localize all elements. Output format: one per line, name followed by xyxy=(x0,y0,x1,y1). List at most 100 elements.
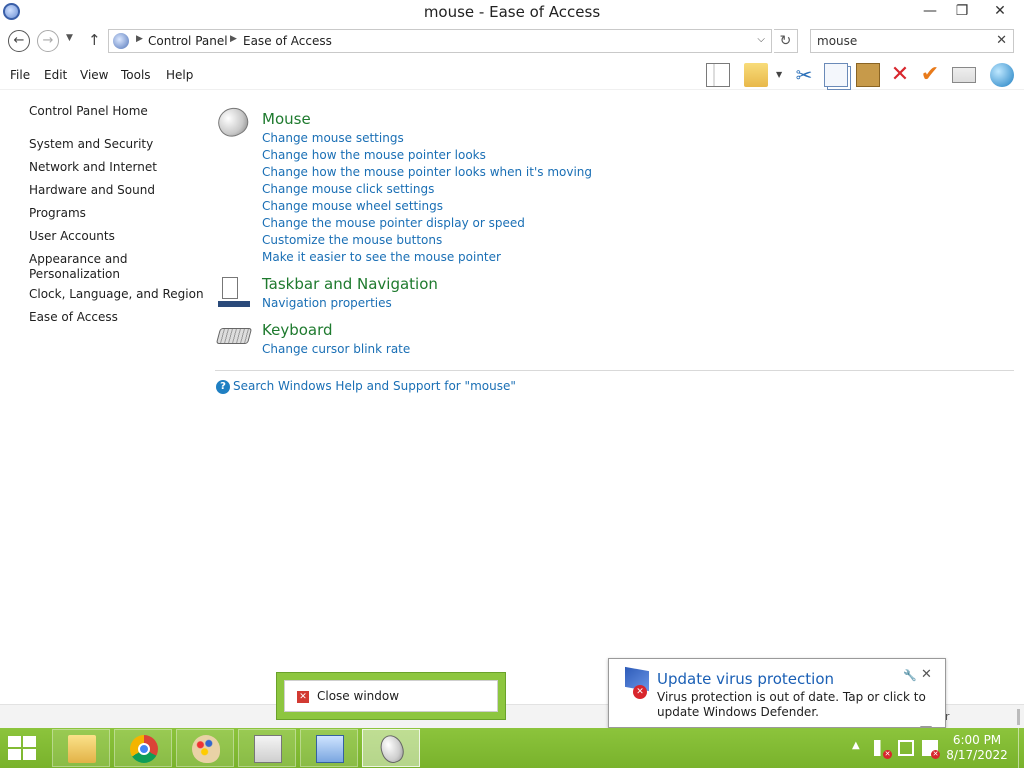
close-window-icon: ✕ xyxy=(297,691,309,703)
check-icon[interactable]: ✔ xyxy=(918,63,942,87)
taskbar-icon xyxy=(218,277,250,309)
minimize-button[interactable]: — xyxy=(914,0,946,22)
system-clock[interactable]: 6:00 PM 8/17/2022 xyxy=(946,733,1008,763)
notification-title[interactable]: Update virus protection xyxy=(657,670,834,688)
taskbar-app-file-explorer[interactable] xyxy=(52,729,110,767)
sidebar-item-appearance[interactable]: Appearance and Personalization xyxy=(29,252,139,282)
breadcrumb-ease-of-access[interactable]: Ease of Access xyxy=(243,34,332,48)
volume-muted-badge-icon: ✕ xyxy=(883,750,892,759)
sidebar-item-network-internet[interactable]: Network and Internet xyxy=(29,160,204,175)
close-window-popup: ✕ Close window xyxy=(276,672,506,720)
taskbar-app-control-panel[interactable] xyxy=(300,729,358,767)
taskbar-app-monitor[interactable] xyxy=(238,729,296,767)
category-taskbar-navigation[interactable]: Taskbar and Navigation xyxy=(262,275,438,293)
search-value: mouse xyxy=(817,34,858,48)
start-logo-pane xyxy=(8,749,21,760)
forward-button[interactable]: → xyxy=(37,30,59,52)
sidebar-item-control-panel-home[interactable]: Control Panel Home xyxy=(29,104,204,119)
notification-close-icon[interactable]: ✕ xyxy=(921,667,932,682)
taskbar-app-mouse[interactable] xyxy=(362,729,420,767)
link-click-settings[interactable]: Change mouse click settings xyxy=(262,182,434,196)
title-bar: mouse - Ease of Access — ❐ ✕ xyxy=(0,0,1024,24)
network-icon[interactable] xyxy=(898,740,914,756)
link-pointer-looks-moving[interactable]: Change how the mouse pointer looks when … xyxy=(262,165,592,179)
sidebar-item-user-accounts[interactable]: User Accounts xyxy=(29,229,204,244)
start-logo-pane xyxy=(8,736,21,747)
sidebar-item-ease-of-access[interactable]: Ease of Access xyxy=(29,310,204,325)
sidebar-item-hardware-sound[interactable]: Hardware and Sound xyxy=(29,183,204,198)
checklist-sheet xyxy=(222,277,238,299)
taskbar-app-chrome[interactable] xyxy=(114,729,172,767)
window-title: mouse - Ease of Access xyxy=(423,3,601,21)
results-divider xyxy=(215,370,1014,371)
help-icon: ? xyxy=(216,380,230,394)
start-button[interactable] xyxy=(8,736,38,762)
notification-body[interactable]: Virus protection is out of date. Tap or … xyxy=(657,690,939,720)
globe-icon[interactable] xyxy=(990,63,1014,87)
address-dropdown-icon[interactable]: ⌵ xyxy=(757,34,765,45)
copy-icon[interactable] xyxy=(824,63,848,87)
taskbar-strip xyxy=(218,301,250,307)
navigation-bar: ← → ▼ ↑ ▶ Control Panel ▶ Ease of Access… xyxy=(0,26,1024,56)
link-change-mouse-settings[interactable]: Change mouse settings xyxy=(262,131,404,145)
link-customize-buttons[interactable]: Customize the mouse buttons xyxy=(262,233,442,247)
chrome-icon xyxy=(130,735,158,763)
back-button[interactable]: ← xyxy=(8,30,30,52)
category-keyboard[interactable]: Keyboard xyxy=(262,321,333,339)
paint-icon xyxy=(192,735,220,763)
show-desktop-button[interactable] xyxy=(1018,728,1024,768)
control-panel-globe-icon xyxy=(113,33,129,49)
close-button[interactable]: ✕ xyxy=(980,0,1020,22)
monitor-icon xyxy=(254,735,282,763)
delete-icon[interactable]: ✕ xyxy=(888,63,912,87)
folder-options-dropdown-icon[interactable]: ▼ xyxy=(776,70,782,79)
menu-edit[interactable]: Edit xyxy=(44,68,67,82)
start-logo-pane xyxy=(23,749,36,760)
clock-date: 8/17/2022 xyxy=(946,748,1008,762)
file-explorer-icon xyxy=(68,735,96,763)
menu-file[interactable]: File xyxy=(10,68,30,82)
preview-pane-icon[interactable] xyxy=(706,63,730,87)
properties-icon[interactable] xyxy=(952,67,976,83)
paste-icon[interactable] xyxy=(856,63,880,87)
link-pointer-looks[interactable]: Change how the mouse pointer looks xyxy=(262,148,486,162)
resize-grip[interactable] xyxy=(1017,709,1020,725)
breadcrumb-separator-icon[interactable]: ▶ xyxy=(230,34,237,44)
link-navigation-properties[interactable]: Navigation properties xyxy=(262,296,392,310)
close-window-label: Close window xyxy=(317,689,400,703)
control-panel-icon xyxy=(316,735,344,763)
close-window-item[interactable]: ✕ Close window xyxy=(284,680,498,712)
mouse-icon xyxy=(213,102,253,142)
sidebar-item-system-security[interactable]: System and Security xyxy=(29,137,204,152)
search-help-link[interactable]: Search Windows Help and Support for "mou… xyxy=(233,379,516,393)
menu-view[interactable]: View xyxy=(80,68,108,82)
link-cursor-blink-rate[interactable]: Change cursor blink rate xyxy=(262,342,410,356)
clear-search-icon[interactable]: ✕ xyxy=(996,33,1007,48)
refresh-button[interactable]: ↻ xyxy=(774,29,798,53)
show-hidden-icons-icon[interactable]: ▲ xyxy=(852,740,860,751)
folder-options-icon[interactable] xyxy=(744,63,768,87)
taskbar-app-paint[interactable] xyxy=(176,729,234,767)
link-easier-see-pointer[interactable]: Make it easier to see the mouse pointer xyxy=(262,250,501,264)
menu-tools[interactable]: Tools xyxy=(121,68,151,82)
clock-time: 6:00 PM xyxy=(952,733,1002,747)
wrench-icon[interactable]: 🔧 xyxy=(903,669,917,682)
breadcrumb-separator-icon[interactable]: ▶ xyxy=(136,34,143,44)
sidebar-item-programs[interactable]: Programs xyxy=(29,206,204,221)
action-center-error-badge-icon: ✕ xyxy=(931,750,940,759)
category-mouse[interactable]: Mouse xyxy=(262,110,311,128)
maximize-button[interactable]: ❐ xyxy=(946,0,978,22)
action-center-flag-icon: ✕ xyxy=(621,666,651,699)
link-pointer-speed[interactable]: Change the mouse pointer display or spee… xyxy=(262,216,525,230)
sidebar-item-clock-language[interactable]: Clock, Language, and Region xyxy=(29,287,204,302)
search-input[interactable]: mouse ✕ xyxy=(810,29,1014,53)
up-arrow-icon[interactable]: ↑ xyxy=(88,31,101,49)
menu-help[interactable]: Help xyxy=(166,68,193,82)
address-bar[interactable]: ▶ Control Panel ▶ Ease of Access ⌵ xyxy=(108,29,772,53)
cut-icon[interactable]: ✂ xyxy=(792,63,816,87)
recent-locations-chevron-icon[interactable]: ▼ xyxy=(66,33,73,43)
link-wheel-settings[interactable]: Change mouse wheel settings xyxy=(262,199,443,213)
start-logo-pane xyxy=(23,736,36,747)
breadcrumb-control-panel[interactable]: Control Panel xyxy=(148,34,228,48)
notification-balloon[interactable]: ✕ Update virus protection Virus protecti… xyxy=(608,658,946,728)
